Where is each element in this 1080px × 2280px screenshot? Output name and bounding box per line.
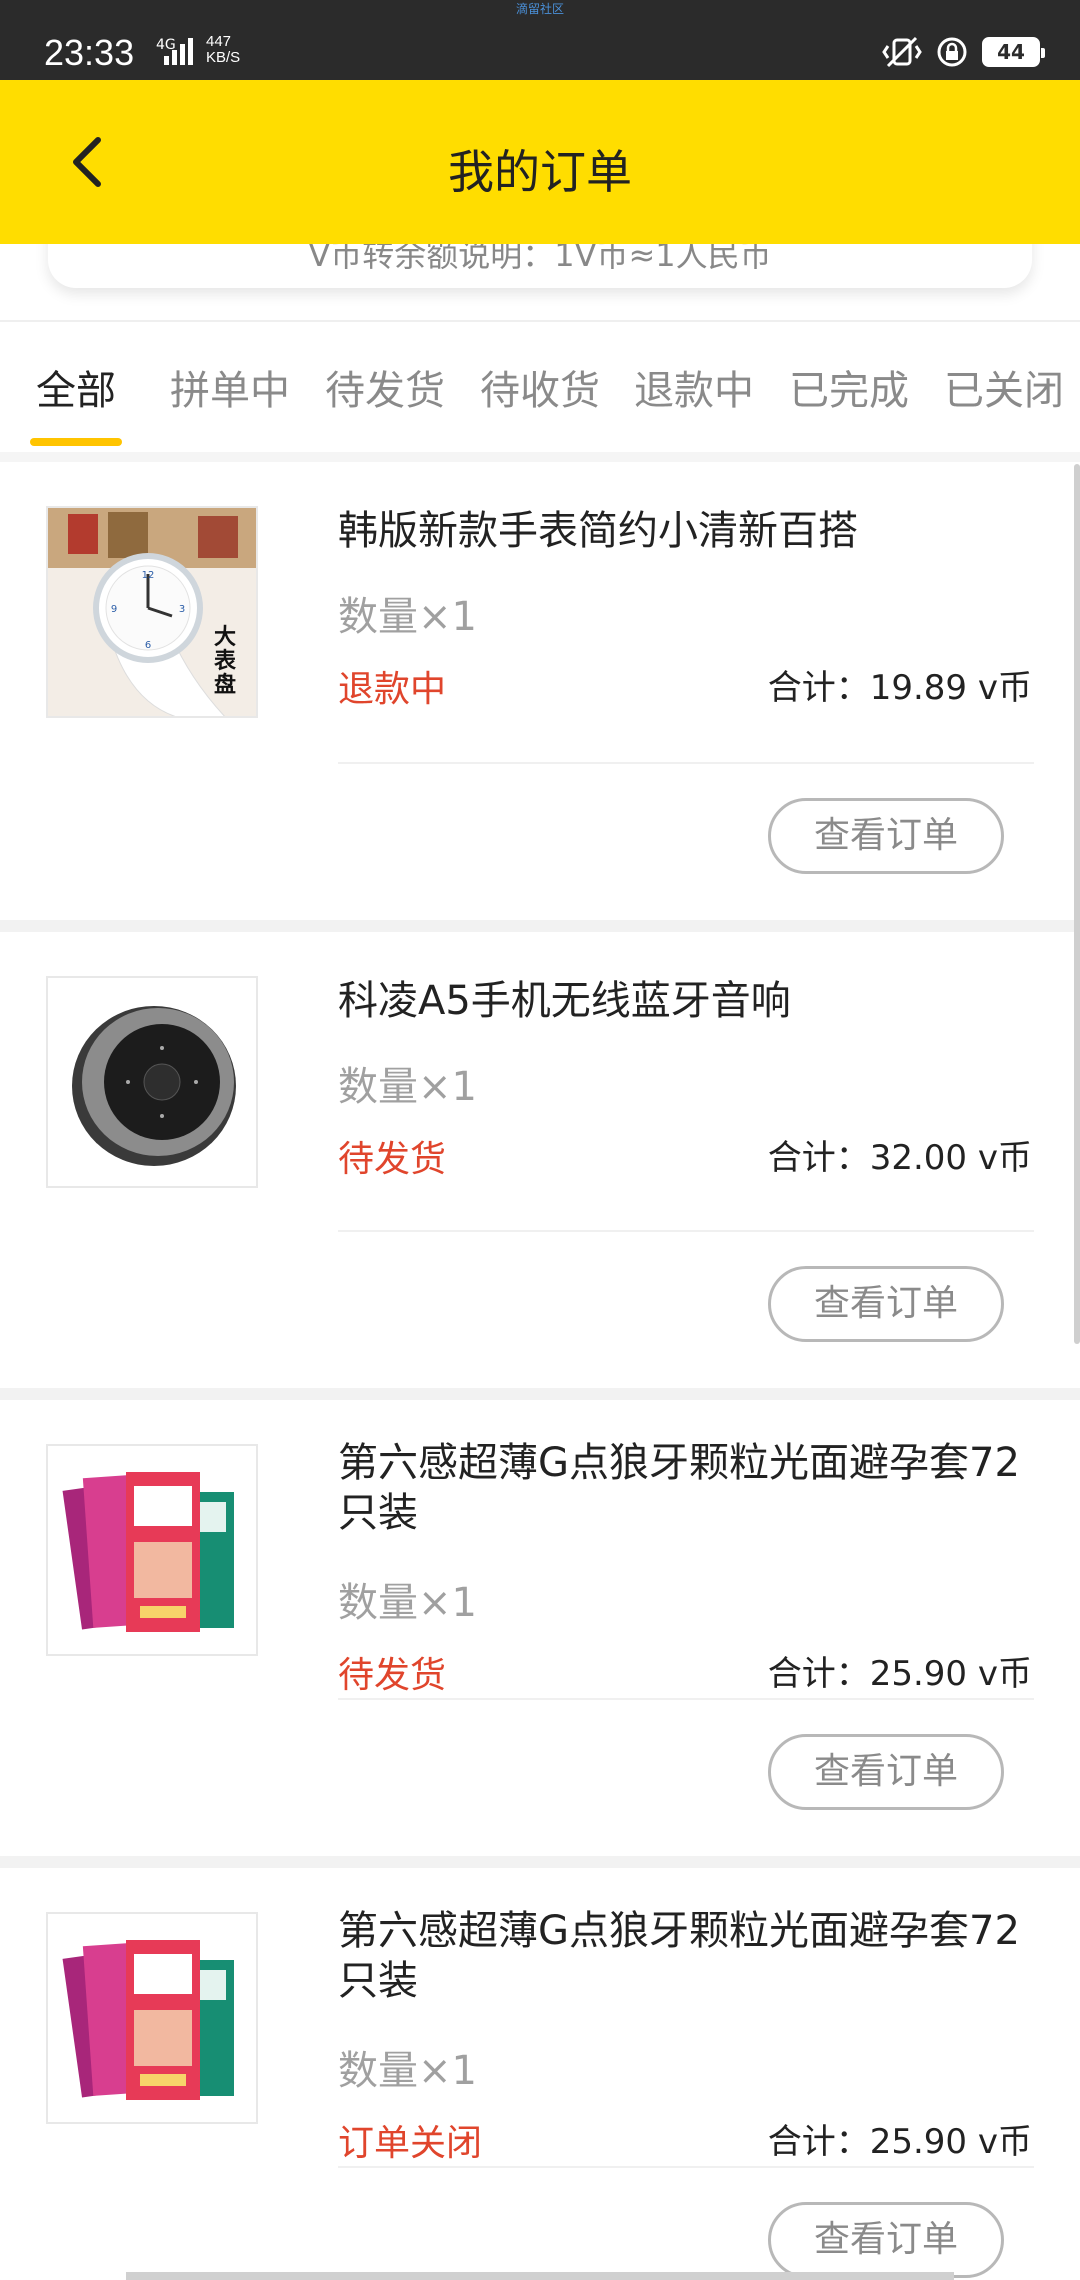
order-card: 科凌A5手机无线蓝牙音响 数量×1 待发货 合计：32.00 v币 查看订单 — [0, 932, 1080, 1388]
quantity: 数量×1 — [338, 1064, 477, 1110]
svg-text:6: 6 — [145, 640, 151, 651]
vibrate-icon — [882, 36, 922, 68]
divider — [0, 920, 1080, 932]
svg-text:12: 12 — [142, 570, 155, 581]
order-total: 合计：25.90 v币 — [767, 2122, 1032, 2162]
order-status: 订单关闭 — [338, 2123, 483, 2164]
tab-to-ship[interactable]: 待发货 — [325, 358, 445, 416]
product-name[interactable]: 第六感超薄G点狼牙颗粒光面避孕套72只装 — [338, 1906, 1038, 2006]
view-order-button[interactable]: 查看订单 — [768, 1734, 1004, 1810]
svg-text:9: 9 — [111, 604, 117, 615]
speed-value: 447 — [206, 33, 232, 50]
order-tabs: 全部 拼单中 待发货 待收货 退款中 已完成 已关闭 — [0, 320, 1080, 450]
product-box-image — [48, 1914, 256, 2122]
status-center-text: 滴留社区 — [515, 2, 564, 16]
product-image[interactable] — [46, 976, 258, 1188]
order-total: 合计：19.89 v币 — [767, 668, 1032, 708]
divider — [338, 2166, 1034, 2168]
status-icons: 44 — [882, 36, 1045, 68]
tab-all[interactable]: 全部 — [36, 358, 116, 416]
tab-group-buying[interactable]: 拼单中 — [170, 358, 290, 416]
order-status: 待发货 — [338, 1139, 447, 1180]
divider — [0, 1388, 1080, 1400]
product-box-image — [48, 1446, 256, 1654]
divider — [338, 762, 1034, 764]
view-order-button[interactable]: 查看订单 — [768, 1266, 1004, 1342]
product-name[interactable]: 第六感超薄G点狼牙颗粒光面避孕套72只装 — [338, 1438, 1038, 1538]
rotation-lock-icon — [937, 37, 967, 67]
product-name[interactable]: 科凌A5手机无线蓝牙音响 — [338, 976, 1038, 1026]
signal-icon — [164, 38, 193, 65]
order-card: 第六感超薄G点狼牙颗粒光面避孕套72只装 数量×1 待发货 合计：25.90 v… — [0, 1400, 1080, 1856]
view-order-button[interactable]: 查看订单 — [768, 2202, 1004, 2278]
product-image[interactable]: 12 3 6 9 大表盘 — [46, 506, 258, 718]
battery-icon: 44 — [982, 37, 1045, 67]
quantity: 数量×1 — [338, 2048, 477, 2094]
app-header: 我的订单 — [0, 80, 1080, 244]
product-name[interactable]: 韩版新款手表简约小清新百搭 — [338, 506, 1038, 556]
order-status: 待发货 — [338, 1655, 447, 1696]
quantity: 数量×1 — [338, 594, 477, 640]
image-label: 大表盘 — [214, 625, 237, 698]
svg-text:3: 3 — [179, 604, 185, 615]
tab-to-receive[interactable]: 待收货 — [480, 358, 600, 416]
product-image[interactable] — [46, 1912, 258, 2124]
speaker-image — [48, 978, 256, 1186]
order-total: 合计：25.90 v币 — [767, 1654, 1032, 1694]
divider — [0, 1856, 1080, 1868]
product-image[interactable] — [46, 1444, 258, 1656]
speed-unit: KB/S — [206, 49, 241, 66]
status-bar: 滴留社区 23:33 4G 447 KB/S 44 — [0, 0, 1080, 80]
divider — [0, 452, 1080, 462]
tab-closed[interactable]: 已关闭 — [944, 358, 1064, 416]
tab-indicator — [30, 438, 122, 446]
divider — [338, 1698, 1034, 1700]
page-title: 我的订单 — [448, 145, 632, 199]
order-card: 第六感超薄G点狼牙颗粒光面避孕套72只装 数量×1 订单关闭 合计：25.90 … — [0, 1868, 1080, 2280]
order-status: 退款中 — [338, 669, 447, 710]
quantity: 数量×1 — [338, 1580, 477, 1626]
order-total: 合计：32.00 v币 — [767, 1138, 1032, 1178]
view-order-button[interactable]: 查看订单 — [768, 798, 1004, 874]
network-speed: 447 KB/S — [206, 34, 240, 66]
bottom-scroll-indicator — [126, 2272, 954, 2280]
tab-completed[interactable]: 已完成 — [789, 358, 909, 416]
divider — [338, 1230, 1034, 1232]
tab-refunding[interactable]: 退款中 — [634, 358, 754, 416]
status-time: 23:33 — [44, 32, 135, 73]
order-card: 12 3 6 9 大表盘 韩版新款手表简约小清新百搭 数量×1 退款中 合计：1… — [0, 462, 1080, 920]
scrollbar[interactable] — [1074, 464, 1080, 1344]
